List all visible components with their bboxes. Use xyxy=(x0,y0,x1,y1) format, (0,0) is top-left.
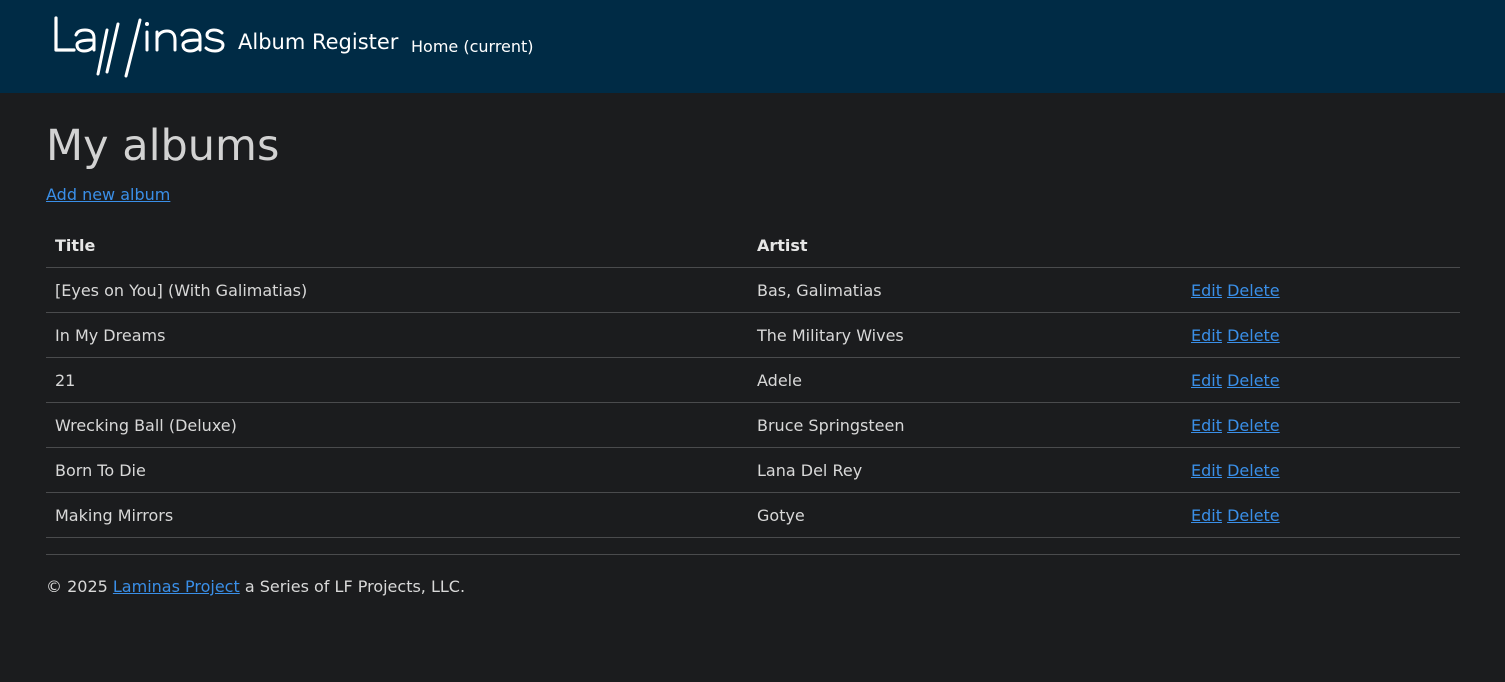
delete-link[interactable]: Delete xyxy=(1227,371,1280,390)
albums-table: Title Artist [Eyes on You] (With Galimat… xyxy=(46,224,1460,538)
edit-link[interactable]: Edit xyxy=(1191,281,1222,300)
edit-link[interactable]: Edit xyxy=(1191,461,1222,480)
album-artist-cell: Bruce Springsteen xyxy=(748,402,1182,448)
album-artist-cell: Lana Del Rey xyxy=(748,447,1182,493)
album-actions-cell: Edit Delete xyxy=(1182,312,1460,358)
column-header-title: Title xyxy=(46,224,748,268)
album-title-cell: Wrecking Ball (Deluxe) xyxy=(46,402,748,448)
laminas-logo-icon xyxy=(54,16,225,78)
album-artist-cell: The Military Wives xyxy=(748,312,1182,358)
column-header-actions xyxy=(1182,224,1460,268)
album-actions-cell: Edit Delete xyxy=(1182,357,1460,403)
footer-copyright: © 2025 xyxy=(46,577,113,596)
top-navbar: Album Register Home (current) xyxy=(0,0,1505,93)
brand-link[interactable]: Album Register xyxy=(238,30,398,54)
delete-link[interactable]: Delete xyxy=(1227,281,1280,300)
album-actions-cell: Edit Delete xyxy=(1182,447,1460,493)
album-artist-cell: Gotye xyxy=(748,492,1182,538)
edit-link[interactable]: Edit xyxy=(1191,416,1222,435)
add-new-album-link[interactable]: Add new album xyxy=(46,185,170,204)
delete-link[interactable]: Delete xyxy=(1227,506,1280,525)
edit-link[interactable]: Edit xyxy=(1191,326,1222,345)
album-artist-cell: Bas, Galimatias xyxy=(748,267,1182,313)
album-actions-cell: Edit Delete xyxy=(1182,402,1460,448)
footer-suffix: a Series of LF Projects, LLC. xyxy=(239,577,466,596)
delete-link[interactable]: Delete xyxy=(1227,461,1280,480)
column-header-artist: Artist xyxy=(748,224,1182,268)
edit-link[interactable]: Edit xyxy=(1191,371,1222,390)
footer: © 2025 Laminas Project a Series of LF Pr… xyxy=(46,577,465,596)
table-row: Wrecking Ball (Deluxe) Bruce Springsteen… xyxy=(46,402,1460,448)
laminas-project-link[interactable]: Laminas Project xyxy=(113,577,240,596)
footer-divider xyxy=(46,554,1460,555)
album-title-cell: [Eyes on You] (With Galimatias) xyxy=(46,267,748,313)
table-row: Born To Die Lana Del Rey Edit Delete xyxy=(46,447,1460,493)
album-title-cell: Born To Die xyxy=(46,447,748,493)
delete-link[interactable]: Delete xyxy=(1227,326,1280,345)
table-row: [Eyes on You] (With Galimatias) Bas, Gal… xyxy=(46,267,1460,313)
delete-link[interactable]: Delete xyxy=(1227,416,1280,435)
table-row: 21 Adele Edit Delete xyxy=(46,357,1460,403)
table-row: In My Dreams The Military Wives Edit Del… xyxy=(46,312,1460,358)
album-title-cell: 21 xyxy=(46,357,748,403)
edit-link[interactable]: Edit xyxy=(1191,506,1222,525)
table-row: Making Mirrors Gotye Edit Delete xyxy=(46,492,1460,538)
nav-home-link[interactable]: Home (current) xyxy=(411,37,534,56)
album-title-cell: Making Mirrors xyxy=(46,492,748,538)
page-title: My albums xyxy=(46,121,280,171)
album-actions-cell: Edit Delete xyxy=(1182,267,1460,313)
album-title-cell: In My Dreams xyxy=(46,312,748,358)
album-artist-cell: Adele xyxy=(748,357,1182,403)
table-header-row: Title Artist xyxy=(46,224,1460,268)
album-actions-cell: Edit Delete xyxy=(1182,492,1460,538)
laminas-logo[interactable] xyxy=(54,14,226,78)
